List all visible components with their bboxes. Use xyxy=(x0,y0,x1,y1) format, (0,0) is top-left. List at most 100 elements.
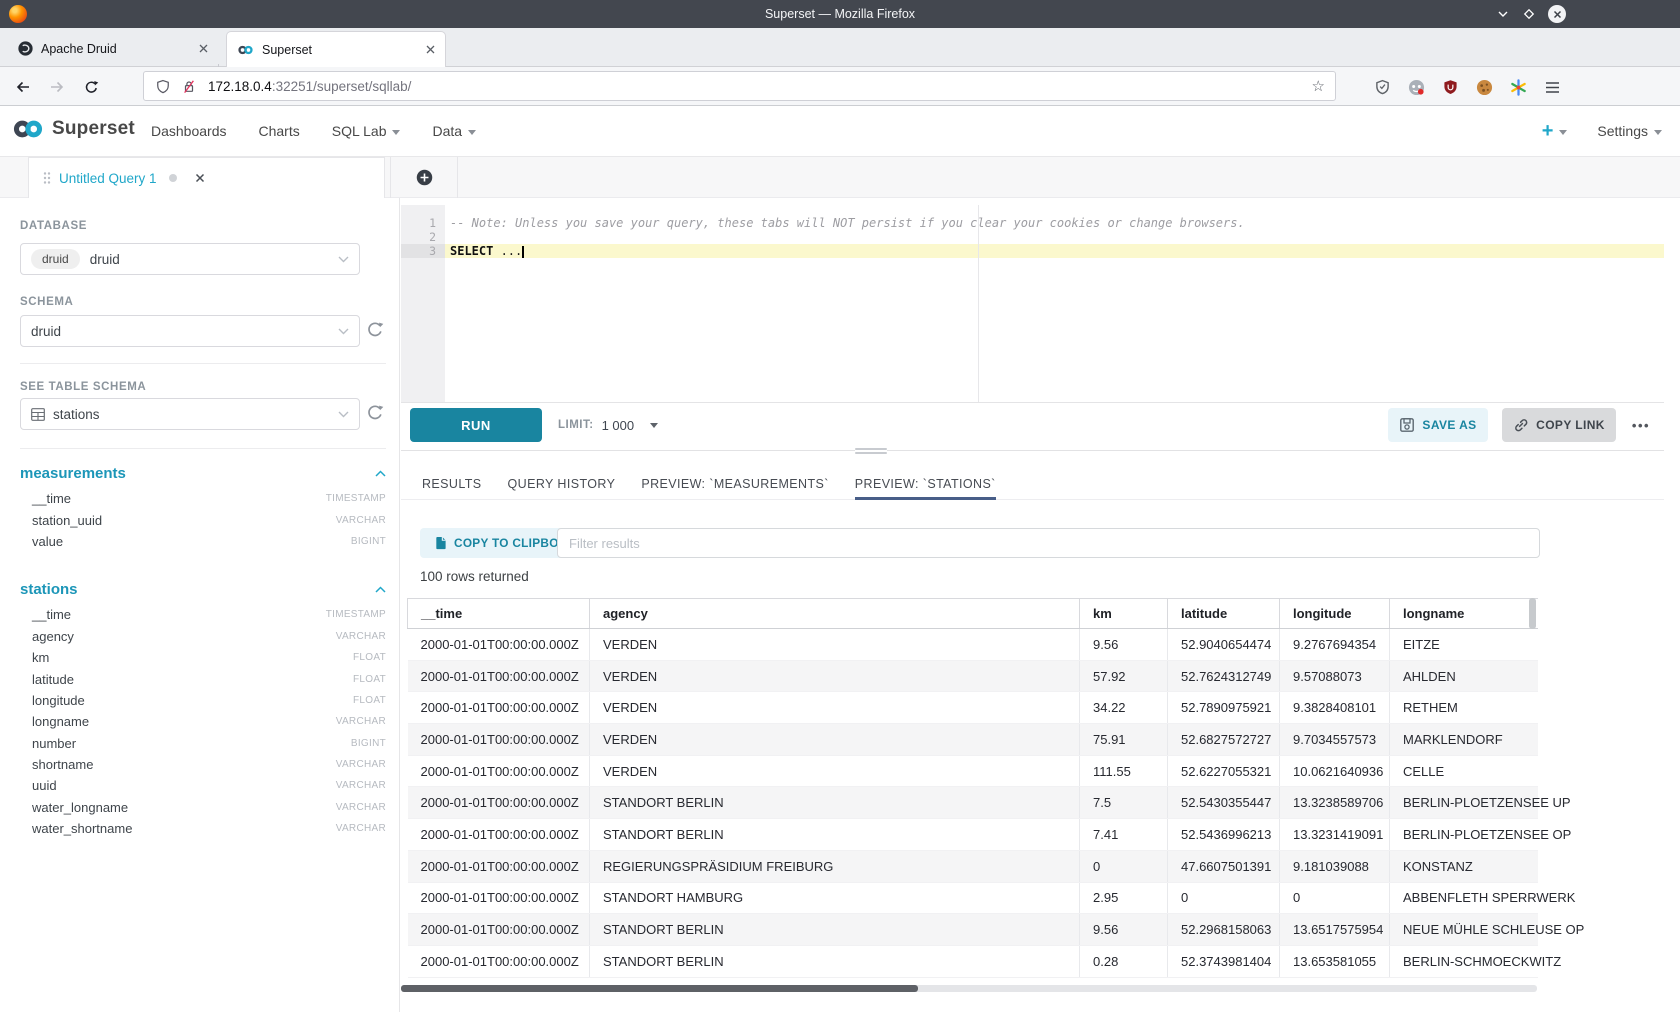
cell-longname: BERLIN-PLOETZENSEE OP xyxy=(1390,819,1538,851)
column-row[interactable]: uuid VARCHAR xyxy=(20,775,386,796)
nav-item-sql-lab[interactable]: SQL Lab xyxy=(332,123,401,139)
add-new-button[interactable]: + xyxy=(1542,120,1568,143)
table-section-stations[interactable]: stations xyxy=(20,581,78,598)
cell-longitude: 9.57088073 xyxy=(1280,660,1390,692)
column-name: station_uuid xyxy=(20,513,102,528)
table-header-cell[interactable]: __time xyxy=(408,599,590,629)
chevron-down-icon xyxy=(468,130,476,135)
chevron-up-icon[interactable] xyxy=(375,470,386,477)
save-as-button[interactable]: SAVE AS xyxy=(1388,408,1488,442)
column-row[interactable]: station_uuid VARCHAR xyxy=(20,509,386,530)
column-row[interactable]: latitude FLOAT xyxy=(20,668,386,689)
line-number: 2 xyxy=(401,230,445,244)
snowflake-extension-icon[interactable] xyxy=(1508,77,1528,97)
window-minimize-icon[interactable] xyxy=(1494,5,1512,23)
database-select[interactable]: druid druid xyxy=(20,243,360,275)
cell-longitude: 9.2767694354 xyxy=(1280,629,1390,661)
code-area[interactable]: -- Note: Unless you save your query, the… xyxy=(445,216,1664,258)
bookmark-star-icon[interactable]: ☆ xyxy=(1312,77,1325,95)
query-tab-label: Untitled Query 1 xyxy=(59,171,157,186)
table-row[interactable]: 2000-01-01T00:00:00.000Z STANDORT BERLIN… xyxy=(408,945,1538,977)
column-row[interactable]: longname VARCHAR xyxy=(20,711,386,732)
refresh-table-icon[interactable] xyxy=(366,404,386,424)
table-header-cell[interactable]: latitude xyxy=(1168,599,1280,629)
browser-tab-apache-druid[interactable]: Apache Druid xyxy=(8,31,218,66)
table-row[interactable]: 2000-01-01T00:00:00.000Z STANDORT BERLIN… xyxy=(408,787,1538,819)
horizontal-scrollbar-thumb[interactable] xyxy=(401,985,918,992)
add-query-tab-button[interactable] xyxy=(390,157,458,198)
sql-editor[interactable]: 123 -- Note: Unless you save your query,… xyxy=(401,205,1664,402)
table-header-cell[interactable]: km xyxy=(1080,599,1168,629)
column-row[interactable]: water_shortname VARCHAR xyxy=(20,818,386,839)
table-section-measurements[interactable]: measurements xyxy=(20,465,126,482)
results-table: __timeagencykmlatitudelongitudelongname … xyxy=(407,598,1538,978)
cookie-extension-icon[interactable] xyxy=(1474,77,1494,97)
results-tab[interactable]: PREVIEW: `STATIONS` xyxy=(855,450,996,500)
limit-dropdown[interactable]: LIMIT: 1 000 xyxy=(558,408,658,442)
table-row[interactable]: 2000-01-01T00:00:00.000Z VERDEN 75.91 52… xyxy=(408,724,1538,756)
browser-tab-superset[interactable]: Superset xyxy=(226,31,446,67)
cell-time: 2000-01-01T00:00:00.000Z xyxy=(408,724,590,756)
table-row[interactable]: 2000-01-01T00:00:00.000Z VERDEN 34.22 52… xyxy=(408,692,1538,724)
lock-insecure-icon[interactable] xyxy=(182,79,196,94)
forward-icon[interactable] xyxy=(48,78,66,96)
column-row[interactable]: value BIGINT xyxy=(20,531,386,552)
results-tab[interactable]: RESULTS xyxy=(422,450,482,500)
row-count-status: 100 rows returned xyxy=(420,569,529,584)
mask-extension-icon[interactable] xyxy=(1406,77,1426,97)
back-icon[interactable] xyxy=(14,78,32,96)
column-row[interactable]: __time TIMESTAMP xyxy=(20,488,386,509)
table-row[interactable]: 2000-01-01T00:00:00.000Z STANDORT HAMBUR… xyxy=(408,882,1538,914)
reload-icon[interactable] xyxy=(82,78,100,96)
column-row[interactable]: km FLOAT xyxy=(20,647,386,668)
vertical-scrollbar[interactable] xyxy=(1529,598,1536,629)
filter-results-input[interactable] xyxy=(557,528,1540,558)
tab-close-icon[interactable] xyxy=(426,45,435,54)
chevron-up-icon[interactable] xyxy=(375,586,386,593)
results-tab[interactable]: QUERY HISTORY xyxy=(508,450,616,500)
privacy-extension-icon[interactable] xyxy=(1372,77,1392,97)
table-header-cell[interactable]: longname xyxy=(1390,599,1538,629)
table-header-cell[interactable]: agency xyxy=(590,599,1080,629)
shield-icon[interactable] xyxy=(156,79,170,94)
drag-handle-icon[interactable] xyxy=(43,171,51,185)
column-row[interactable]: shortname VARCHAR xyxy=(20,754,386,775)
query-tab-active[interactable]: Untitled Query 1 xyxy=(28,157,385,198)
tab-close-icon[interactable] xyxy=(199,44,208,53)
table-row[interactable]: 2000-01-01T00:00:00.000Z VERDEN 9.56 52.… xyxy=(408,629,1538,661)
schema-select[interactable]: druid xyxy=(20,315,360,347)
nav-item-dashboards[interactable]: Dashboards xyxy=(151,123,227,139)
query-tab-close-icon[interactable] xyxy=(195,173,205,183)
results-tab[interactable]: PREVIEW: `MEASUREMENTS` xyxy=(641,450,828,500)
run-button[interactable]: RUN xyxy=(410,408,542,442)
column-row[interactable]: agency VARCHAR xyxy=(20,626,386,647)
nav-item-charts[interactable]: Charts xyxy=(259,123,300,139)
menu-hamburger-icon[interactable] xyxy=(1542,77,1562,97)
copy-link-button[interactable]: COPY LINK xyxy=(1502,408,1616,442)
table-row[interactable]: 2000-01-01T00:00:00.000Z VERDEN 111.55 5… xyxy=(408,755,1538,787)
url-bar[interactable]: 172.18.0.4:32251/superset/sqllab/ ☆ xyxy=(143,71,1336,101)
nav-item-data[interactable]: Data xyxy=(432,123,476,139)
cell-time: 2000-01-01T00:00:00.000Z xyxy=(408,882,590,914)
column-row[interactable]: water_longname VARCHAR xyxy=(20,797,386,818)
column-row[interactable]: __time TIMESTAMP xyxy=(20,604,386,625)
settings-menu[interactable]: Settings xyxy=(1597,123,1662,139)
table-row[interactable]: 2000-01-01T00:00:00.000Z STANDORT BERLIN… xyxy=(408,914,1538,946)
table-row[interactable]: 2000-01-01T00:00:00.000Z REGIERUNGSPRÄSI… xyxy=(408,850,1538,882)
superset-logo[interactable]: Superset xyxy=(12,118,135,140)
ublock-extension-icon[interactable] xyxy=(1440,77,1460,97)
table-header-cell[interactable]: longitude xyxy=(1280,599,1390,629)
chevron-down-icon xyxy=(338,411,349,418)
more-options-icon[interactable]: ••• xyxy=(1624,408,1658,442)
column-type: FLOAT xyxy=(353,674,386,685)
table-select[interactable]: stations xyxy=(20,398,360,430)
table-row[interactable]: 2000-01-01T00:00:00.000Z VERDEN 57.92 52… xyxy=(408,660,1538,692)
table-row[interactable]: 2000-01-01T00:00:00.000Z STANDORT BERLIN… xyxy=(408,819,1538,851)
horizontal-scrollbar-track[interactable] xyxy=(401,985,1537,992)
url-text[interactable]: 172.18.0.4:32251/superset/sqllab/ xyxy=(208,79,411,94)
window-close-icon[interactable] xyxy=(1548,5,1566,23)
column-row[interactable]: longitude FLOAT xyxy=(20,690,386,711)
column-row[interactable]: number BIGINT xyxy=(20,733,386,754)
refresh-schema-icon[interactable] xyxy=(366,321,386,341)
window-maximize-icon[interactable] xyxy=(1520,5,1538,23)
